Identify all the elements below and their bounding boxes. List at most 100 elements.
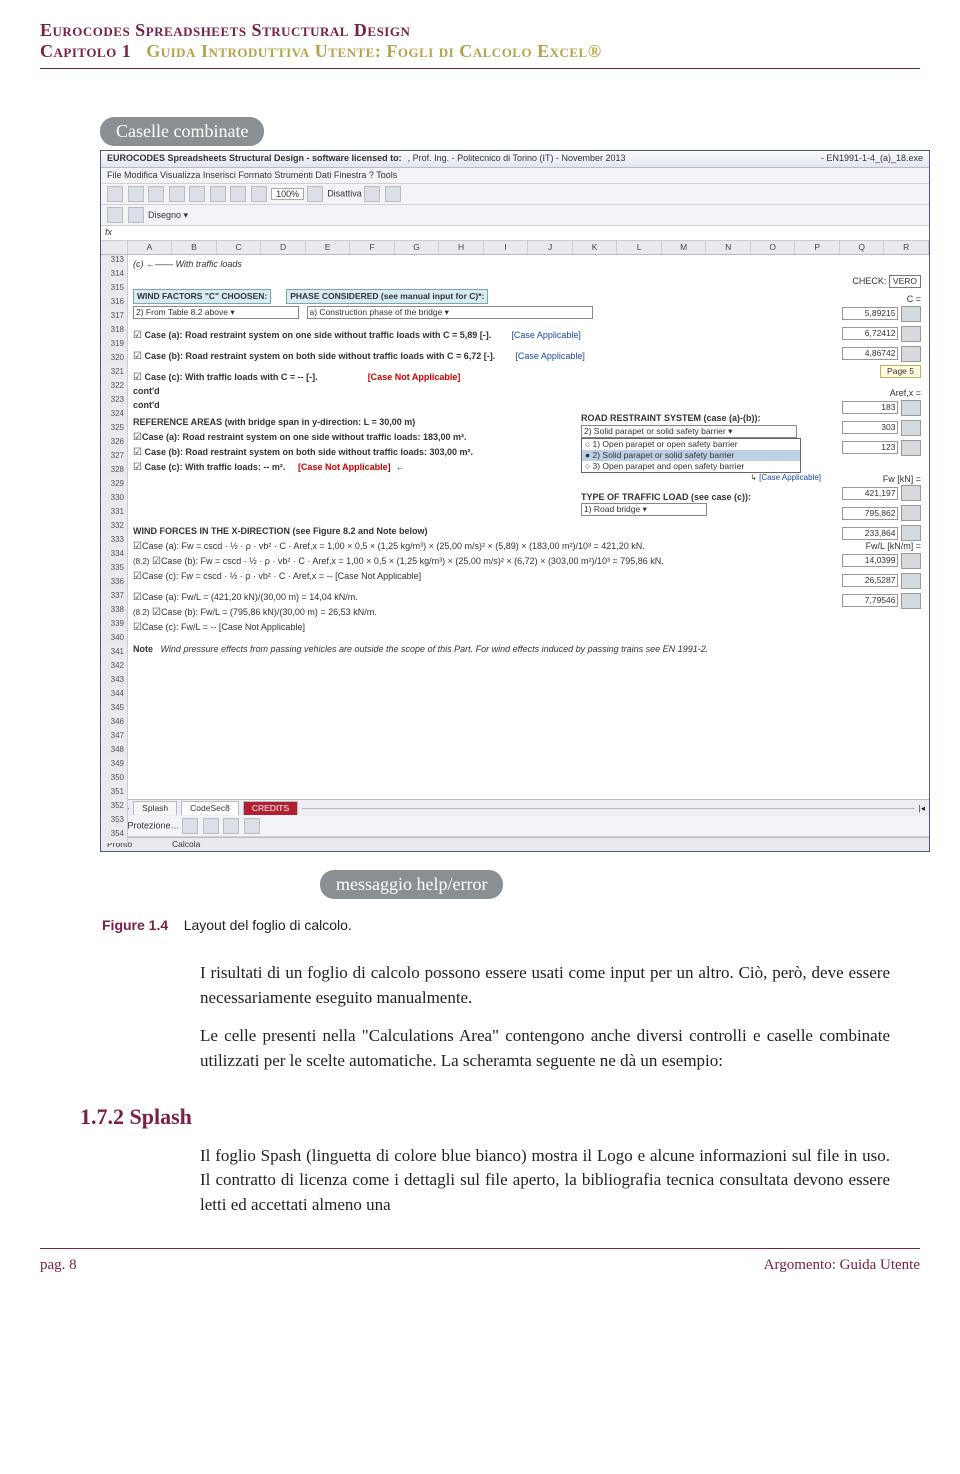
road-opt-3[interactable]: ○ 3) Open parapet and open safety barrie… [582, 461, 800, 472]
toolbar-icon[interactable] [210, 186, 226, 202]
header-chapter: Capitolo 1 [40, 41, 131, 61]
figure-caption: Figure 1.4 Layout del foglio di calcolo. [102, 917, 920, 933]
sheet-tabs[interactable]: ◂ ◂ ▸ ▸ Splash CodeSec8 CREDITS |◂ [101, 799, 929, 816]
zoom-value[interactable]: 100% [271, 188, 304, 200]
val-b1: 6,72412 [842, 327, 898, 340]
val-fc: 233,864 [842, 527, 898, 540]
excel-menubar[interactable]: File Modifica Visualizza Inserisci Forma… [101, 168, 929, 185]
ref-areas-header: REFERENCE AREAS (with bridge span in y-d… [133, 417, 415, 427]
header-line-1: Eurocodes Spreadsheets Structural Design [40, 20, 920, 41]
traffic-load-dropdown[interactable]: 1) Road bridge ▾ [581, 503, 707, 516]
tab-codesec8[interactable]: CodeSec8 [181, 801, 239, 815]
toolbar-icon[interactable] [107, 186, 123, 202]
excel-toolbar-1[interactable]: 100% Disattiva [101, 184, 929, 205]
calculator-icon[interactable] [901, 593, 921, 609]
footer-rule [40, 1248, 920, 1249]
excel-toolbar-2[interactable]: Disegno ▾ [101, 205, 929, 226]
column-headers[interactable]: A B C D E F G H I J K L M N O P Q R [101, 241, 929, 255]
excel-titlebar: EUROCODES Spreadsheets Structural Design… [101, 151, 929, 168]
phase-header: PHASE CONSIDERED (see manual input for C… [286, 289, 488, 304]
toolbar-icon[interactable] [182, 818, 198, 834]
calculator-icon[interactable] [901, 420, 921, 436]
header-subtitle: Guida Introduttiva Utente: Fogli di Calc… [146, 41, 601, 61]
row-313: (c) ←—— With traffic loads [133, 259, 821, 271]
case-b-1: Case (b): Road restraint system on both … [133, 350, 821, 363]
load-case-c: Case (c): Fw/L = -- [Case Not Applicable… [133, 621, 821, 634]
calculator-icon[interactable] [901, 306, 921, 322]
case-a-2: Case (a): Road restraint system on one s… [133, 431, 573, 444]
case-c-2: Case (c): With traffic loads: -- m². [Ca… [133, 461, 573, 474]
force-case-a: Case (a): Fw = cscd · ½ · ρ · vb² · C · … [133, 540, 821, 553]
case-a-1: Case (a): Road restraint system on one s… [133, 329, 821, 342]
road-opt-1[interactable]: ○ 1) Open parapet or open safety barrier [582, 439, 800, 450]
road-opt-2[interactable]: ● 2) Solid parapet or solid safety barri… [582, 450, 800, 461]
titlebar-left: EUROCODES Spreadsheets Structural Design… [107, 153, 402, 165]
calculator-icon[interactable] [901, 485, 921, 501]
protection-button[interactable]: Protezione… [128, 821, 180, 831]
wind-x-header: WIND FORCES IN THE X-DIRECTION (see Figu… [133, 526, 428, 536]
tab-credits[interactable]: CREDITS [243, 801, 298, 815]
val-lb: 26,5287 [842, 574, 898, 587]
toolbar-icon[interactable] [189, 186, 205, 202]
load-case-a: Case (a): Fw/L = (421,20 kN)/(30,00 m) =… [133, 591, 821, 604]
c-label: C = [831, 294, 921, 306]
calculator-icon[interactable] [901, 553, 921, 569]
header-rule [40, 68, 920, 69]
toolbar-disattiva[interactable]: Disattiva [327, 189, 362, 199]
phase-dropdown[interactable]: a) Construction phase of the bridge ▾ [307, 306, 593, 319]
excel-screenshot: EUROCODES Spreadsheets Structural Design… [100, 150, 930, 852]
val-a2: 183 [842, 401, 898, 414]
val-fb: 795,862 [842, 507, 898, 520]
road-system-header: ROAD RESTRAINT SYSTEM (case (a)-(b)): [581, 413, 821, 425]
lower-toolbar[interactable]: Protezione… [101, 816, 929, 837]
page-indicator: Page 5 [880, 365, 921, 378]
calculator-icon[interactable] [901, 400, 921, 416]
val-b2: 303 [842, 421, 898, 434]
load-case-b: Case (b): Fw/L = (795,86 kN)/(30,00 m) =… [152, 607, 377, 617]
toolbar-icon[interactable] [251, 186, 267, 202]
road-system-options[interactable]: ○ 1) Open parapet or open safety barrier… [581, 438, 801, 473]
tab-splash[interactable]: Splash [133, 801, 177, 815]
calculator-icon[interactable] [901, 525, 921, 541]
val-fa: 421,197 [842, 487, 898, 500]
toolbar-icon[interactable] [307, 186, 323, 202]
traffic-load-header: TYPE OF TRAFFIC LOAD (see case (c)): [581, 492, 821, 504]
check-label: CHECK: VERO [831, 275, 921, 288]
callout-top-pill: Caselle combinate [100, 117, 264, 146]
toolbar-icon[interactable] [223, 818, 239, 834]
toolbar-icon[interactable] [169, 186, 185, 202]
toolbar-icon[interactable] [107, 207, 123, 223]
val-a1: 5,89215 [842, 307, 898, 320]
toolbar-icon[interactable] [128, 186, 144, 202]
road-system-dropdown[interactable]: 2) Solid parapet or solid safety barrier… [581, 425, 797, 438]
row-headers[interactable]: 3133143153163173183193203213223233243253… [101, 255, 128, 843]
footer-page: pag. 8 [40, 1257, 77, 1274]
case-c-1: Case (c): With traffic loads with C = --… [133, 371, 821, 384]
fw-label: Fw [kN] = [831, 474, 921, 486]
calculator-icon[interactable] [901, 440, 921, 456]
toolbar-icon[interactable] [385, 186, 401, 202]
toolbar-icon[interactable] [230, 186, 246, 202]
wind-factors-dropdown[interactable]: 2) From Table 8.2 above ▾ [133, 306, 299, 319]
status-bar: Pronto Calcola [101, 837, 929, 851]
note-row: Note Wind pressure effects from passing … [133, 644, 821, 656]
formula-bar[interactable]: fx [101, 226, 929, 241]
titlebar-right: - EN1991-1-4_(a)_18.exe [821, 153, 923, 165]
calculator-icon[interactable] [901, 505, 921, 521]
toolbar-icon[interactable] [203, 818, 219, 834]
toolbar-icon[interactable] [244, 818, 260, 834]
footer-topic: Argomento: Guida Utente [764, 1257, 920, 1274]
toolbar-draw[interactable]: Disegno ▾ [148, 210, 188, 220]
calculator-icon[interactable] [901, 346, 921, 362]
toolbar-icon[interactable] [148, 186, 164, 202]
toolbar-icon[interactable] [364, 186, 380, 202]
wind-factors-header: WIND FACTORS "C" CHOOSEN: [133, 289, 271, 304]
callout-bottom-pill: messaggio help/error [320, 870, 503, 899]
toolbar-icon[interactable] [128, 207, 144, 223]
val-la: 14,0399 [842, 554, 898, 567]
paragraph-3: Il foglio Spash (linguetta di colore blu… [200, 1144, 890, 1218]
aref-label: Aref,x = [831, 388, 921, 400]
calculator-icon[interactable] [901, 326, 921, 342]
calculator-icon[interactable] [901, 573, 921, 589]
header-line-2: Capitolo 1 Guida Introduttiva Utente: Fo… [40, 41, 920, 62]
